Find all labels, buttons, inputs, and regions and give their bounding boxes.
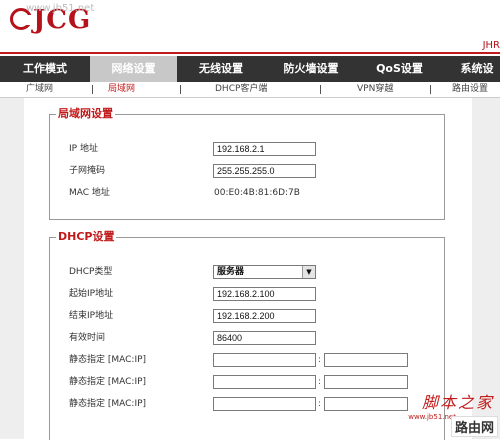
dhcp-settings-title: DHCP设置: [56, 230, 117, 244]
dhcp-settings-group: DHCP设置 DHCP类型 服务器 ▼ 起始IP地址 结束IP地址 有效时间 静…: [49, 230, 445, 440]
chevron-down-icon[interactable]: ▼: [302, 266, 315, 278]
header: JCG www.jb51.net JHR: [0, 0, 500, 57]
start-ip-label: 起始IP地址: [69, 289, 114, 299]
ip-address-label: IP 地址: [69, 144, 98, 154]
subnav-wan[interactable]: 广域网: [26, 82, 53, 97]
watermark-text: www.jb51.net: [26, 3, 95, 14]
start-ip-input[interactable]: [213, 287, 316, 301]
static-separator: :: [318, 377, 322, 387]
tab-firewall-settings[interactable]: 防火墙设置: [265, 56, 357, 82]
subnav-routing[interactable]: 路由设置: [452, 82, 488, 97]
subnav-dhcp-client[interactable]: DHCP客户端: [215, 82, 267, 97]
model-label: JHR: [482, 40, 500, 51]
static-mac-input[interactable]: [213, 397, 316, 411]
subnet-mask-input[interactable]: [213, 164, 316, 178]
subnav-lan[interactable]: 局域网: [108, 82, 135, 97]
static-ip-input[interactable]: [324, 397, 408, 411]
tab-qos-settings[interactable]: QoS设置: [357, 56, 442, 82]
mac-address-value: 00:E0:4B:81:6D:7B: [214, 188, 300, 198]
static-assign-label: 静态指定 [MAC:IP]: [69, 355, 147, 365]
static-ip-input[interactable]: [324, 375, 408, 389]
tab-wireless-settings[interactable]: 无线设置: [177, 56, 265, 82]
static-mac-input[interactable]: [213, 375, 316, 389]
static-separator: :: [318, 355, 322, 365]
lease-time-label: 有效时间: [69, 333, 106, 343]
subnav-separator: [180, 85, 181, 94]
static-assign-label: 静态指定 [MAC:IP]: [69, 377, 147, 387]
end-ip-input[interactable]: [213, 309, 316, 323]
subnet-mask-label: 子网掩码: [69, 166, 106, 176]
dhcp-type-select[interactable]: 服务器 ▼: [213, 265, 316, 279]
subnav-separator: [92, 85, 93, 94]
tab-network-settings[interactable]: 网络设置: [90, 56, 177, 82]
site-watermark-url: www.jb51.net: [408, 413, 456, 421]
subnav-separator: [430, 85, 431, 94]
sub-nav: 广域网 局域网 DHCP客户端 VPN穿越 路由设置: [0, 82, 500, 98]
ip-address-input[interactable]: [213, 142, 316, 156]
dhcp-type-value: 服务器: [217, 267, 245, 277]
content-area: 局域网设置 IP 地址 子网掩码 MAC 地址 00:E0:4B:81:6D:7…: [0, 98, 500, 440]
subnav-separator: [320, 85, 321, 94]
subnav-vpn-passthrough[interactable]: VPN穿越: [357, 82, 393, 97]
main-nav: 工作模式 网络设置 无线设置 防火墙设置 QoS设置 系统设: [0, 56, 500, 82]
static-separator: :: [318, 399, 322, 409]
settings-panel: 局域网设置 IP 地址 子网掩码 MAC 地址 00:E0:4B:81:6D:7…: [24, 98, 472, 440]
mac-address-label: MAC 地址: [69, 188, 110, 198]
end-ip-label: 结束IP地址: [69, 311, 114, 321]
tab-system-settings[interactable]: 系统设: [442, 56, 500, 82]
corner-watermark: 路由网: [450, 416, 498, 437]
lan-settings-title: 局域网设置: [56, 107, 115, 121]
tab-work-mode[interactable]: 工作模式: [0, 56, 90, 82]
site-watermark-badge: 脚本之家: [421, 393, 494, 412]
lease-time-input[interactable]: [213, 331, 316, 345]
dhcp-type-label: DHCP类型: [69, 267, 113, 277]
static-mac-input[interactable]: [213, 353, 316, 367]
lan-settings-group: 局域网设置 IP 地址 子网掩码 MAC 地址 00:E0:4B:81:6D:7…: [49, 107, 445, 220]
static-assign-label: 静态指定 [MAC:IP]: [69, 399, 147, 409]
static-ip-input[interactable]: [324, 353, 408, 367]
header-divider: [0, 52, 500, 54]
